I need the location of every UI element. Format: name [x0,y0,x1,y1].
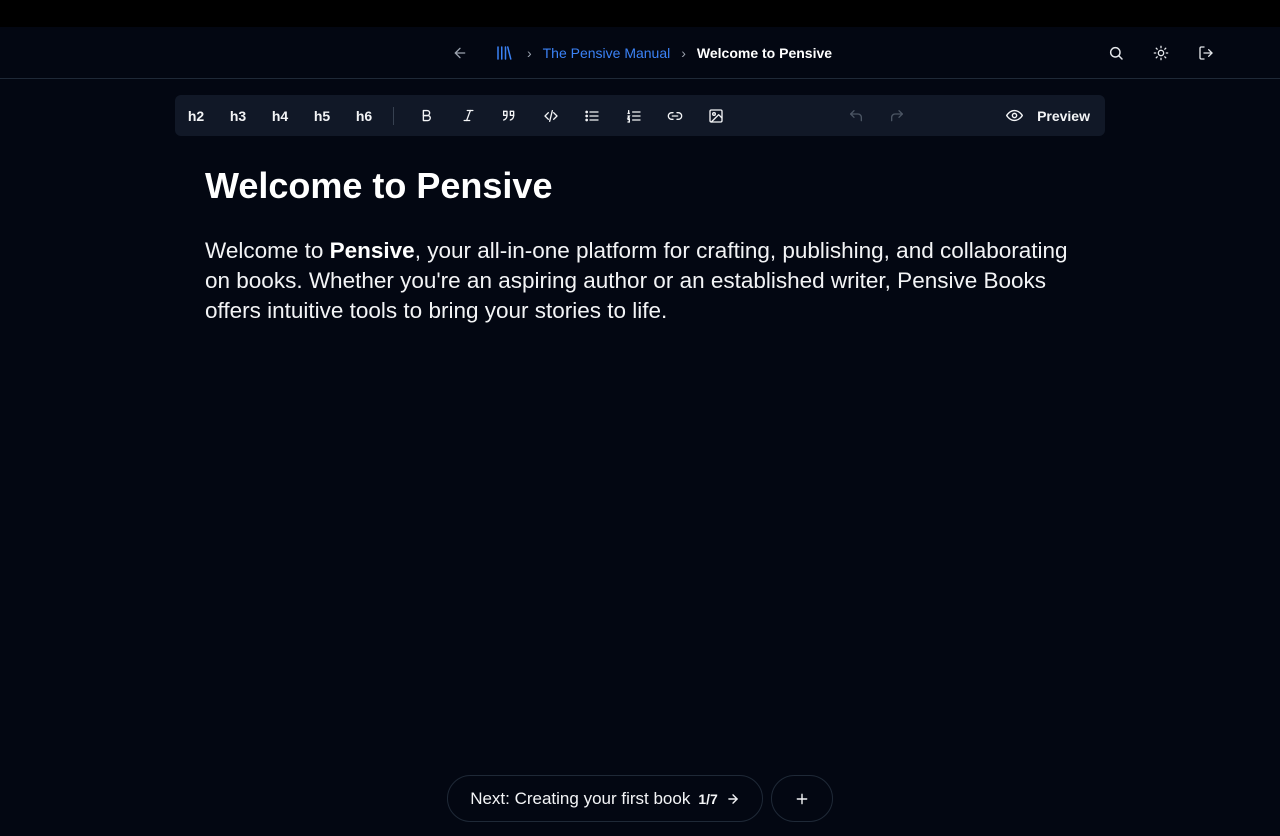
redo-icon[interactable] [877,95,918,136]
page-count: 1/7 [698,790,718,807]
eye-icon [1006,107,1024,124]
paragraph-text-start: Welcome to [205,238,330,263]
arrow-right-icon [726,792,740,806]
heading-h2-button[interactable]: h2 [175,95,217,136]
bold-icon[interactable] [406,95,447,136]
code-icon[interactable] [530,95,571,136]
quote-icon[interactable] [489,95,530,136]
heading-h3-button[interactable]: h3 [217,95,259,136]
bullet-list-icon[interactable] [572,95,613,136]
app-header: › The Pensive Manual › Welcome to Pensiv… [0,27,1280,79]
bottom-navigation: Next: Creating your first book 1/7 [0,775,1280,822]
heading-h6-button[interactable]: h6 [343,95,385,136]
breadcrumb-current-page: Welcome to Pensive [696,45,833,61]
breadcrumb: › The Pensive Manual › Welcome to Pensiv… [0,27,1280,79]
breadcrumb-separator: › [681,45,686,61]
ordered-list-icon[interactable] [613,95,654,136]
plus-icon [795,792,809,806]
heading-h5-button[interactable]: h5 [301,95,343,136]
document-title[interactable]: Welcome to Pensive [205,165,1085,207]
breadcrumb-separator: › [526,45,532,61]
add-page-button[interactable] [770,775,833,822]
undo-icon[interactable] [835,95,876,136]
preview-label: Preview [1037,107,1090,124]
document-editor[interactable]: Welcome to Pensive Welcome to Pensive, y… [205,165,1085,326]
back-arrow-icon[interactable] [448,41,472,65]
document-paragraph[interactable]: Welcome to Pensive, your all-in-one plat… [205,236,1085,326]
breadcrumb-book-link[interactable]: The Pensive Manual [543,45,671,61]
italic-icon[interactable] [447,95,488,136]
toolbar-divider [393,106,394,125]
paragraph-bold-text: Pensive [329,238,415,263]
next-page-label: Next: Creating your first book [470,788,691,808]
next-page-button[interactable]: Next: Creating your first book 1/7 [447,775,763,822]
header-actions [1104,41,1218,65]
logout-icon[interactable] [1194,41,1218,65]
window-top-strip [0,0,1280,27]
sun-icon[interactable] [1149,41,1173,65]
link-icon[interactable] [654,95,695,136]
editor-toolbar: h2 h3 h4 h5 h6 Preview [175,95,1105,136]
library-icon[interactable] [492,41,516,65]
preview-button[interactable]: Preview [1006,95,1105,136]
search-icon[interactable] [1104,41,1128,65]
image-icon[interactable] [696,95,737,136]
heading-h4-button[interactable]: h4 [259,95,301,136]
